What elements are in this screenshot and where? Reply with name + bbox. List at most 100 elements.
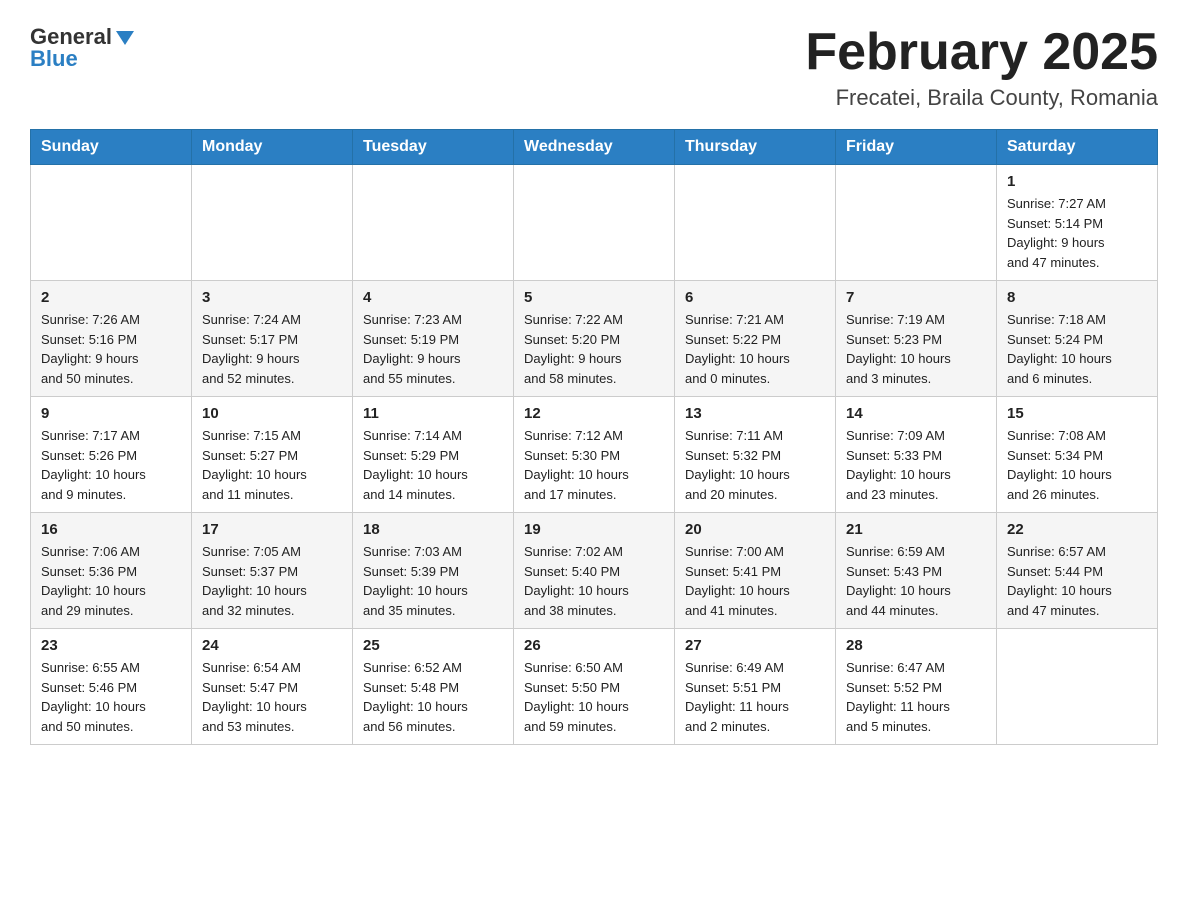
- day-info: Sunrise: 7:00 AM Sunset: 5:41 PM Dayligh…: [685, 542, 825, 620]
- day-number: 28: [846, 637, 986, 654]
- day-info: Sunrise: 7:26 AM Sunset: 5:16 PM Dayligh…: [41, 310, 181, 388]
- calendar-cell: 12Sunrise: 7:12 AM Sunset: 5:30 PM Dayli…: [514, 397, 675, 513]
- day-info: Sunrise: 7:14 AM Sunset: 5:29 PM Dayligh…: [363, 426, 503, 504]
- week-row-1: 1Sunrise: 7:27 AM Sunset: 5:14 PM Daylig…: [31, 165, 1158, 281]
- day-info: Sunrise: 6:52 AM Sunset: 5:48 PM Dayligh…: [363, 658, 503, 736]
- calendar-cell: 23 Sunrise: 6:55 AM Sunset: 5:46 PM Dayli…: [31, 629, 192, 745]
- calendar-cell: 27 Sunrise: 6:49 AM Sunset: 5:51 PM Dayli…: [675, 629, 836, 745]
- calendar-cell: 26Sunrise: 6:50 AM Sunset: 5:50 PM Dayli…: [514, 629, 675, 745]
- calendar-cell: 8 Sunrise: 7:18 AM Sunset: 5:24 PM Daylig…: [997, 281, 1158, 397]
- header-sunday: Sunday: [31, 130, 192, 165]
- week-row-3: 9 Sunrise: 7:17 AM Sunset: 5:26 PM Daylig…: [31, 397, 1158, 513]
- calendar-cell: 17Sunrise: 7:05 AM Sunset: 5:37 PM Dayli…: [192, 513, 353, 629]
- day-info: Sunrise: 7:06 AM Sunset: 5:36 PM Dayligh…: [41, 542, 181, 620]
- day-number: 20: [685, 521, 825, 538]
- day-info: Sunrise: 7:11 AM Sunset: 5:32 PM Dayligh…: [685, 426, 825, 504]
- calendar-cell: 16 Sunrise: 7:06 AM Sunset: 5:36 PM Dayli…: [31, 513, 192, 629]
- month-title: February 2025: [805, 24, 1158, 81]
- day-info: Sunrise: 7:24 AM Sunset: 5:17 PM Dayligh…: [202, 310, 342, 388]
- day-number: 17: [202, 521, 342, 538]
- logo: General Blue: [30, 24, 134, 72]
- day-info: Sunrise: 7:18 AM Sunset: 5:24 PM Dayligh…: [1007, 310, 1147, 388]
- week-row-2: 2 Sunrise: 7:26 AM Sunset: 5:16 PM Daylig…: [31, 281, 1158, 397]
- day-number: 9: [41, 405, 181, 422]
- header-saturday: Saturday: [997, 130, 1158, 165]
- calendar-cell: 25 Sunrise: 6:52 AM Sunset: 5:48 PM Dayli…: [353, 629, 514, 745]
- day-number: 5: [524, 289, 664, 306]
- header-friday: Friday: [836, 130, 997, 165]
- header-wednesday: Wednesday: [514, 130, 675, 165]
- day-info: Sunrise: 7:15 AM Sunset: 5:27 PM Dayligh…: [202, 426, 342, 504]
- calendar-cell: 3 Sunrise: 7:24 AM Sunset: 5:17 PM Daylig…: [192, 281, 353, 397]
- day-info: Sunrise: 7:03 AM Sunset: 5:39 PM Dayligh…: [363, 542, 503, 620]
- week-row-4: 16 Sunrise: 7:06 AM Sunset: 5:36 PM Dayli…: [31, 513, 1158, 629]
- day-info: Sunrise: 6:47 AM Sunset: 5:52 PM Dayligh…: [846, 658, 986, 736]
- day-number: 23: [41, 637, 181, 654]
- day-info: Sunrise: 6:57 AM Sunset: 5:44 PM Dayligh…: [1007, 542, 1147, 620]
- day-info: Sunrise: 6:59 AM Sunset: 5:43 PM Dayligh…: [846, 542, 986, 620]
- day-info: Sunrise: 6:54 AM Sunset: 5:47 PM Dayligh…: [202, 658, 342, 736]
- day-number: 27: [685, 637, 825, 654]
- day-number: 3: [202, 289, 342, 306]
- day-number: 16: [41, 521, 181, 538]
- location-label: Frecatei, Braila County, Romania: [805, 85, 1158, 111]
- day-info: Sunrise: 7:09 AM Sunset: 5:33 PM Dayligh…: [846, 426, 986, 504]
- calendar-cell: 19 Sunrise: 7:02 AM Sunset: 5:40 PM Dayli…: [514, 513, 675, 629]
- week-row-5: 23 Sunrise: 6:55 AM Sunset: 5:46 PM Dayli…: [31, 629, 1158, 745]
- calendar-cell: 22 Sunrise: 6:57 AM Sunset: 5:44 PM Dayli…: [997, 513, 1158, 629]
- header-tuesday: Tuesday: [353, 130, 514, 165]
- day-number: 22: [1007, 521, 1147, 538]
- day-info: Sunrise: 6:50 AM Sunset: 5:50 PM Dayligh…: [524, 658, 664, 736]
- calendar-cell: 11 Sunrise: 7:14 AM Sunset: 5:29 PM Dayli…: [353, 397, 514, 513]
- calendar-cell: 6 Sunrise: 7:21 AM Sunset: 5:22 PM Daylig…: [675, 281, 836, 397]
- calendar-cell: [514, 165, 675, 281]
- day-info: Sunrise: 7:19 AM Sunset: 5:23 PM Dayligh…: [846, 310, 986, 388]
- day-number: 25: [363, 637, 503, 654]
- day-info: Sunrise: 7:02 AM Sunset: 5:40 PM Dayligh…: [524, 542, 664, 620]
- calendar-cell: 9 Sunrise: 7:17 AM Sunset: 5:26 PM Daylig…: [31, 397, 192, 513]
- day-number: 19: [524, 521, 664, 538]
- header-monday: Monday: [192, 130, 353, 165]
- day-number: 1: [1007, 173, 1147, 190]
- day-number: 14: [846, 405, 986, 422]
- day-number: 18: [363, 521, 503, 538]
- calendar-cell: 28 Sunrise: 6:47 AM Sunset: 5:52 PM Dayli…: [836, 629, 997, 745]
- day-info: Sunrise: 7:22 AM Sunset: 5:20 PM Dayligh…: [524, 310, 664, 388]
- calendar-cell: [675, 165, 836, 281]
- day-info: Sunrise: 7:21 AM Sunset: 5:22 PM Dayligh…: [685, 310, 825, 388]
- day-number: 11: [363, 405, 503, 422]
- calendar-header-row: SundayMondayTuesdayWednesdayThursdayFrid…: [31, 130, 1158, 165]
- day-number: 13: [685, 405, 825, 422]
- day-number: 8: [1007, 289, 1147, 306]
- header-right: February 2025 Frecatei, Braila County, R…: [805, 24, 1158, 111]
- day-number: 12: [524, 405, 664, 422]
- day-number: 15: [1007, 405, 1147, 422]
- day-info: Sunrise: 7:17 AM Sunset: 5:26 PM Dayligh…: [41, 426, 181, 504]
- calendar-cell: [31, 165, 192, 281]
- day-number: 2: [41, 289, 181, 306]
- day-number: 7: [846, 289, 986, 306]
- day-number: 10: [202, 405, 342, 422]
- calendar-cell: 24 Sunrise: 6:54 AM Sunset: 5:47 PM Dayli…: [192, 629, 353, 745]
- calendar-cell: 14 Sunrise: 7:09 AM Sunset: 5:33 PM Dayli…: [836, 397, 997, 513]
- calendar-cell: 21 Sunrise: 6:59 AM Sunset: 5:43 PM Dayli…: [836, 513, 997, 629]
- calendar-cell: [997, 629, 1158, 745]
- day-info: Sunrise: 7:08 AM Sunset: 5:34 PM Dayligh…: [1007, 426, 1147, 504]
- calendar-cell: 7 Sunrise: 7:19 AM Sunset: 5:23 PM Daylig…: [836, 281, 997, 397]
- day-number: 24: [202, 637, 342, 654]
- calendar-cell: 10 Sunrise: 7:15 AM Sunset: 5:27 PM Dayli…: [192, 397, 353, 513]
- day-info: Sunrise: 6:55 AM Sunset: 5:46 PM Dayligh…: [41, 658, 181, 736]
- logo-blue-text: Blue: [30, 46, 78, 72]
- page-header: General Blue February 2025 Frecatei, Bra…: [30, 24, 1158, 111]
- day-info: Sunrise: 7:23 AM Sunset: 5:19 PM Dayligh…: [363, 310, 503, 388]
- day-number: 4: [363, 289, 503, 306]
- calendar-cell: 13 Sunrise: 7:11 AM Sunset: 5:32 PM Dayli…: [675, 397, 836, 513]
- day-info: Sunrise: 6:49 AM Sunset: 5:51 PM Dayligh…: [685, 658, 825, 736]
- calendar-cell: [836, 165, 997, 281]
- day-number: 21: [846, 521, 986, 538]
- calendar-cell: 15 Sunrise: 7:08 AM Sunset: 5:34 PM Dayli…: [997, 397, 1158, 513]
- calendar-cell: 1Sunrise: 7:27 AM Sunset: 5:14 PM Daylig…: [997, 165, 1158, 281]
- day-number: 6: [685, 289, 825, 306]
- calendar-cell: 20 Sunrise: 7:00 AM Sunset: 5:41 PM Dayli…: [675, 513, 836, 629]
- calendar-cell: 2 Sunrise: 7:26 AM Sunset: 5:16 PM Daylig…: [31, 281, 192, 397]
